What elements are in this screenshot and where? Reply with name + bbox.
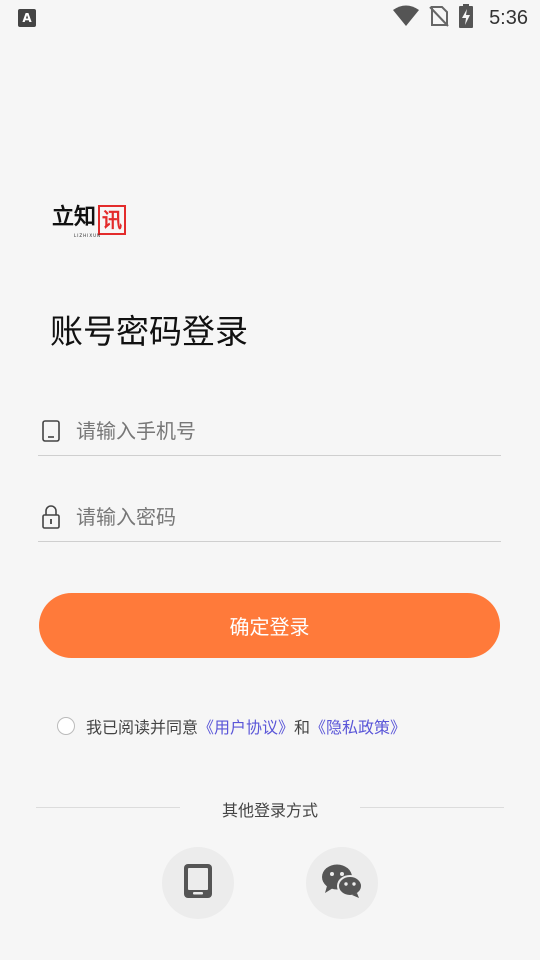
logo-text: 立知 (52, 205, 97, 230)
no-sim-icon (429, 5, 449, 31)
password-input[interactable] (76, 504, 456, 529)
status-time: 5:36 (489, 6, 528, 29)
wechat-icon (321, 863, 363, 903)
app-notification-icon: A (18, 9, 36, 27)
privacy-policy-link[interactable]: 《隐私政策》 (310, 714, 406, 738)
battery-charging-icon (459, 4, 474, 32)
page-title: 账号密码登录 (50, 312, 248, 351)
phone-login-button[interactable] (162, 847, 234, 919)
agreement-prefix: 我已阅读并同意 (86, 718, 199, 737)
phone-input[interactable] (76, 418, 456, 443)
logo-subtitle: LIZHIXUN (74, 233, 101, 238)
wechat-login-button[interactable] (306, 847, 378, 919)
login-screen: A 5:36 立知 讯 LIZHIXUN 账号密码登录 请输入手机号 确定登录 … (0, 0, 540, 960)
password-field[interactable] (38, 492, 501, 542)
lock-icon (40, 504, 62, 529)
agreement-checkbox[interactable] (57, 717, 75, 735)
login-button[interactable]: 确定登录 (39, 593, 500, 658)
agreement-conjunction: 和 (294, 718, 311, 737)
phone-field[interactable] (38, 406, 501, 456)
agreement-row: 我已阅读并同意 《用户协议》 和 《隐私政策》 (57, 714, 406, 738)
other-login-label: 其他登录方式 (221, 801, 318, 820)
logo-box: 讯 (98, 205, 127, 235)
wifi-icon (393, 5, 420, 31)
app-logo: 立知 讯 LIZHIXUN (52, 205, 127, 238)
divider-right (360, 807, 504, 808)
phone-icon (40, 419, 62, 443)
phone-login-icon (183, 863, 213, 903)
status-bar: A 5:36 (0, 0, 540, 36)
user-agreement-link[interactable]: 《用户协议》 (198, 714, 294, 738)
